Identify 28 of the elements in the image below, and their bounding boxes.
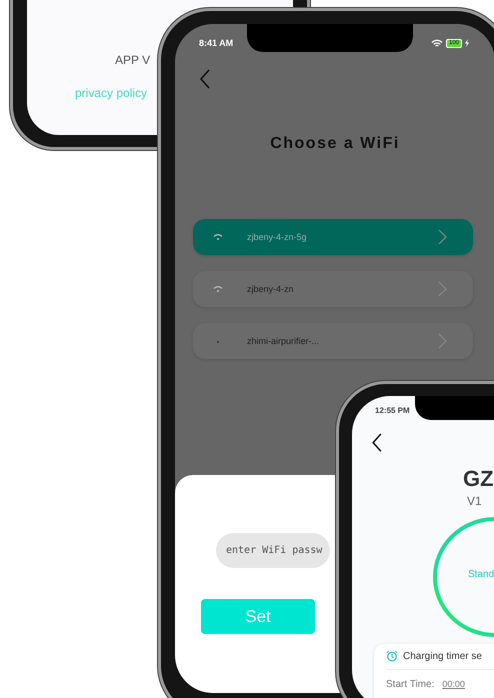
- back-icon[interactable]: [371, 433, 383, 452]
- chevron-right-icon: [438, 333, 447, 349]
- set-button[interactable]: Set: [201, 599, 315, 634]
- app-version-label: APP V: [115, 53, 150, 67]
- page-title: Choose a WiFi: [269, 135, 401, 153]
- wifi-network-item[interactable]: zjbeny-4-zn-5g: [193, 219, 473, 255]
- network-name: zhimi-airpurifier-...: [247, 336, 320, 346]
- version-label: V1: [467, 494, 483, 508]
- wifi-network-item[interactable]: zhimi-airpurifier-...: [193, 323, 473, 359]
- alarm-clock-icon: [386, 650, 398, 662]
- charger-status: Stand: [468, 569, 494, 580]
- status-time: 8:41 AM: [199, 38, 234, 48]
- device-name: GZ: [463, 466, 494, 492]
- charging-icon: [465, 39, 469, 47]
- chevron-right-icon: [438, 229, 447, 245]
- start-time-value[interactable]: 00:00: [442, 679, 465, 690]
- privacy-policy-link[interactable]: privacy policy: [75, 86, 148, 100]
- password-field[interactable]: enter WiFi passw: [216, 533, 330, 568]
- network-name: zjbeny-4-zn: [247, 284, 295, 294]
- start-time-label: Start Time:: [386, 679, 434, 690]
- chevron-right-icon: [438, 281, 447, 297]
- network-name: zjbeny-4-zn-5g: [247, 232, 308, 242]
- status-time: 12:55 PM: [375, 406, 411, 415]
- wifi-icon: [213, 234, 223, 240]
- wifi-icon: [213, 286, 223, 292]
- timer-title: Charging timer se: [403, 650, 482, 662]
- wifi-network-item[interactable]: zjbeny-4-zn: [193, 271, 473, 307]
- wifi-icon: [430, 38, 443, 48]
